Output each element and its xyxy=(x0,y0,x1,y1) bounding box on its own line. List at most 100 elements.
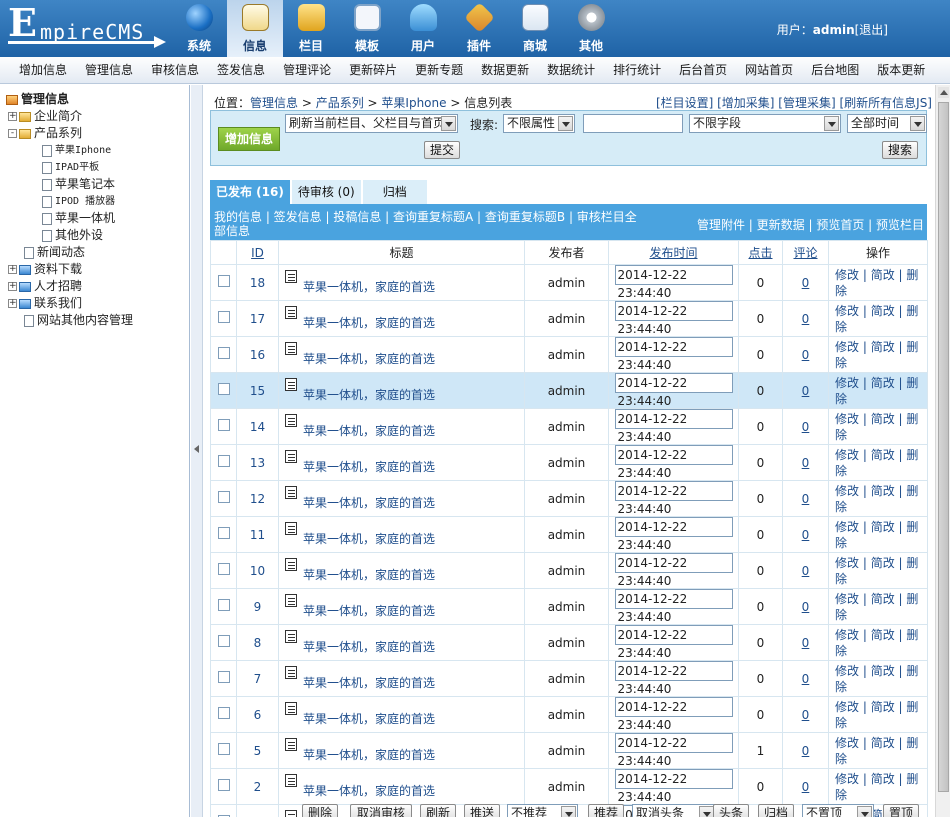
simple-edit-link[interactable]: 简改 xyxy=(871,268,895,282)
publish-time-field[interactable]: 2014-12-22 23:44:40 xyxy=(614,517,733,552)
simple-edit-link[interactable]: 简改 xyxy=(871,412,895,426)
simple-edit-link[interactable]: 简改 xyxy=(871,700,895,714)
edit-link[interactable]: 修改 xyxy=(835,772,859,786)
edit-document-icon[interactable] xyxy=(285,342,297,355)
menu-item[interactable]: 排行统计 xyxy=(604,57,670,83)
simple-edit-link[interactable]: 简改 xyxy=(871,556,895,570)
menu-item[interactable]: 更新专题 xyxy=(406,57,472,83)
expand-icon[interactable]: + xyxy=(8,265,17,274)
scroll-up-icon[interactable] xyxy=(938,87,949,98)
logout-link[interactable]: [退出] xyxy=(855,23,888,37)
simple-edit-link[interactable]: 简改 xyxy=(871,628,895,642)
publish-time-field[interactable]: 2014-12-22 23:44:40 xyxy=(614,733,733,768)
publish-time-field[interactable]: 2014-12-22 23:44:40 xyxy=(614,625,733,660)
tree-node[interactable]: 新闻动态 xyxy=(6,244,189,261)
edit-document-icon[interactable] xyxy=(285,630,297,643)
comments-link[interactable]: 0 xyxy=(802,672,810,686)
row-checkbox[interactable] xyxy=(217,635,230,647)
simple-edit-link[interactable]: 简改 xyxy=(871,772,895,786)
menu-item[interactable]: 管理信息 xyxy=(76,57,142,83)
row-checkbox[interactable] xyxy=(217,671,230,683)
collapse-icon[interactable]: - xyxy=(8,129,17,138)
row-id-link[interactable]: 8 xyxy=(254,636,262,650)
publish-time-field[interactable]: 2014-12-22 23:44:40 xyxy=(614,697,733,732)
tree-node[interactable]: + 资料下载 xyxy=(6,261,189,278)
tree-node[interactable]: 苹果笔记本 xyxy=(6,176,189,193)
row-id-link[interactable]: 14 xyxy=(250,420,265,434)
tree-node[interactable]: + 人才招聘 xyxy=(6,278,189,295)
row-title-link[interactable]: 苹果一体机，家庭的首选 xyxy=(303,386,435,403)
table-row[interactable]: 13 苹果一体机，家庭的首选 admin 2014-12-22 23:44:40 0 0 修… xyxy=(210,444,928,481)
row-checkbox[interactable] xyxy=(217,347,230,359)
edit-document-icon[interactable] xyxy=(285,738,297,751)
simple-edit-link[interactable]: 简改 xyxy=(871,592,895,606)
row-title-link[interactable]: 苹果一体机，家庭的首选 xyxy=(303,710,435,727)
bulk-top-button[interactable]: 置顶 xyxy=(883,804,919,817)
table-row[interactable]: 14 苹果一体机，家庭的首选 admin 2014-12-22 23:44:40 0 0 修… xyxy=(210,408,928,445)
row-title-link[interactable]: 苹果一体机，家庭的首选 xyxy=(303,314,435,331)
tree-root[interactable]: 管理信息 xyxy=(6,91,189,108)
publish-time-field[interactable]: 2014-12-22 23:44:40 xyxy=(614,337,733,372)
table-row[interactable]: 12 苹果一体机，家庭的首选 admin 2014-12-22 23:44:40 0 0 修… xyxy=(210,480,928,517)
row-title-link[interactable]: 苹果一体机，家庭的首选 xyxy=(303,458,435,475)
row-title-link[interactable]: 苹果一体机，家庭的首选 xyxy=(303,566,435,583)
topnav-item-4[interactable]: 用户 xyxy=(395,0,451,57)
edit-document-icon[interactable] xyxy=(285,702,297,715)
row-checkbox[interactable] xyxy=(217,455,230,467)
topnav-item-3[interactable]: 模板 xyxy=(339,0,395,57)
tab-1[interactable]: 待审核 (0) xyxy=(291,180,361,204)
comments-link[interactable]: 0 xyxy=(802,636,810,650)
simple-edit-link[interactable]: 简改 xyxy=(871,376,895,390)
edit-document-icon[interactable] xyxy=(285,378,297,391)
publish-time-field[interactable]: 2014-12-22 23:44:40 xyxy=(614,445,733,480)
comments-link[interactable]: 0 xyxy=(802,780,810,794)
comments-link[interactable]: 0 xyxy=(802,744,810,758)
edit-document-icon[interactable] xyxy=(285,270,297,283)
row-checkbox[interactable] xyxy=(217,311,230,323)
table-row[interactable]: 9 苹果一体机，家庭的首选 admin 2014-12-22 23:44:40 0 0 修改… xyxy=(210,588,928,625)
edit-link[interactable]: 修改 xyxy=(835,304,859,318)
table-row[interactable]: 18 苹果一体机，家庭的首选 admin 2014-12-22 23:44:40 0 0 修… xyxy=(210,264,928,301)
tab-2[interactable]: 归档 xyxy=(362,180,427,204)
edit-document-icon[interactable] xyxy=(285,666,297,679)
row-checkbox[interactable] xyxy=(217,743,230,755)
header-comments[interactable]: 评论 xyxy=(782,240,829,265)
publish-time-field[interactable]: 2014-12-22 23:44:40 xyxy=(614,481,733,516)
row-checkbox[interactable] xyxy=(217,707,230,719)
simple-edit-link[interactable]: 简改 xyxy=(871,736,895,750)
bulk-headline-button[interactable]: 头条 xyxy=(713,804,749,817)
bulk-archive-button[interactable]: 归档 xyxy=(758,804,794,817)
row-checkbox[interactable] xyxy=(217,563,230,575)
publish-time-field[interactable]: 2014-12-22 23:44:40 xyxy=(614,301,733,336)
tree-node[interactable]: IPAD平板 xyxy=(6,159,189,176)
refresh-scope-select[interactable]: 刷新当前栏目、父栏目与首页 xyxy=(285,114,458,133)
row-id-link[interactable]: 2 xyxy=(254,780,262,794)
topnav-item-2[interactable]: 栏目 xyxy=(283,0,339,57)
page-scrollbar[interactable] xyxy=(935,85,950,817)
edit-document-icon[interactable] xyxy=(285,774,297,787)
row-title-link[interactable]: 苹果一体机，家庭的首选 xyxy=(303,278,435,295)
tree-node[interactable]: 苹果一体机 xyxy=(6,210,189,227)
menu-item[interactable]: 版本更新 xyxy=(868,57,934,83)
row-checkbox[interactable] xyxy=(217,383,230,395)
menu-item[interactable]: 审核信息 xyxy=(142,57,208,83)
expand-icon[interactable]: + xyxy=(8,299,17,308)
simple-edit-link[interactable]: 简改 xyxy=(871,340,895,354)
simple-edit-link[interactable]: 简改 xyxy=(871,304,895,318)
table-row[interactable]: 16 苹果一体机，家庭的首选 admin 2014-12-22 23:44:40 0 0 修… xyxy=(210,336,928,373)
row-id-link[interactable]: 13 xyxy=(250,456,265,470)
menu-item[interactable]: 管理评论 xyxy=(274,57,340,83)
attribute-select[interactable]: 不限属性 xyxy=(503,114,575,133)
topnav-item-1[interactable]: 信息 xyxy=(227,0,283,57)
collapse-arrow-icon[interactable] xyxy=(194,445,199,453)
search-button[interactable]: 搜索 xyxy=(882,141,918,159)
tree-node[interactable]: IPOD 播放器 xyxy=(6,193,189,210)
edit-link[interactable]: 修改 xyxy=(835,628,859,642)
comments-link[interactable]: 0 xyxy=(802,528,810,542)
row-checkbox[interactable] xyxy=(217,599,230,611)
comments-link[interactable]: 0 xyxy=(802,312,810,326)
publish-time-field[interactable]: 2014-12-22 23:44:40 xyxy=(614,409,733,444)
publish-time-field[interactable]: 2014-12-22 23:44:40 xyxy=(614,589,733,624)
edit-link[interactable]: 修改 xyxy=(835,376,859,390)
row-title-link[interactable]: 苹果一体机，家庭的首选 xyxy=(303,782,435,799)
